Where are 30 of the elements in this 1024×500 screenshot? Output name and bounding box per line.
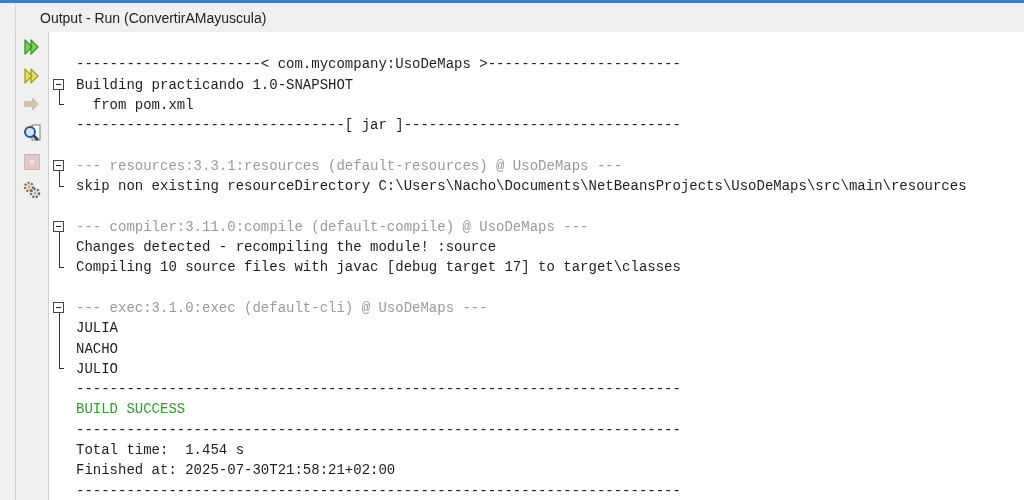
console-line: Total time: 1.454 s <box>76 442 245 459</box>
console-line: from pom.xml <box>91 97 194 114</box>
settings-icon <box>23 181 41 200</box>
panel-title: Output - Run (ConvertirAMayuscula) <box>40 9 267 26</box>
console-line: --- compiler:3.11.0:compile (default-compile) @ UsoDeMaps --- <box>76 218 589 235</box>
fold-toggle[interactable] <box>53 159 64 171</box>
console-line: BUILD SUCCESS <box>76 401 186 418</box>
console-line: JULIO <box>76 360 118 377</box>
console-line: ----------------------< com.mycompany:UsoDeMaps >----------------------- <box>76 56 681 73</box>
console-line: ------------------------------------------------------------------------ <box>76 482 681 499</box>
console-line: --- resources:3.3.1:resources (default-resources) @ UsoDeMaps --- <box>76 157 623 174</box>
stop-icon <box>23 152 41 171</box>
console-line: Changes detected - recompiling the module! :source <box>76 239 497 256</box>
console-line: Building practicando 1.0-SNAPSHOT <box>76 76 354 93</box>
fold-toggle[interactable] <box>53 301 64 313</box>
console-line: --------------------------------[ jar ]--------------------------------- <box>76 117 681 134</box>
console-line: Finished at: 2025-07-30T21:58:21+02:00 <box>76 462 396 479</box>
fold-toggle[interactable] <box>53 220 64 232</box>
console-line: skip non existing resourceDirectory C:\Users\Nacho\Documents\NetBeansProjects\UsoDeMaps\src\main\resources <box>76 178 967 195</box>
rerun-icon <box>23 38 41 56</box>
console-line: ------------------------------------------------------------------------ <box>76 381 681 398</box>
rerun-icon <box>23 66 41 85</box>
console-line: JULIA <box>76 320 118 337</box>
console-line: NACHO <box>76 340 118 357</box>
arrow-icon <box>23 95 41 114</box>
console-line: Compiling 10 source files with javac [debug target 17] to target\classes <box>76 259 681 276</box>
fold-toggle[interactable] <box>53 78 64 90</box>
console-line: ------------------------------------------------------------------------ <box>76 421 681 438</box>
magnifier-icon <box>23 124 41 143</box>
console-line: --- exec:3.1.0:exec (default-cli) @ UsoDeMaps --- <box>76 300 488 316</box>
